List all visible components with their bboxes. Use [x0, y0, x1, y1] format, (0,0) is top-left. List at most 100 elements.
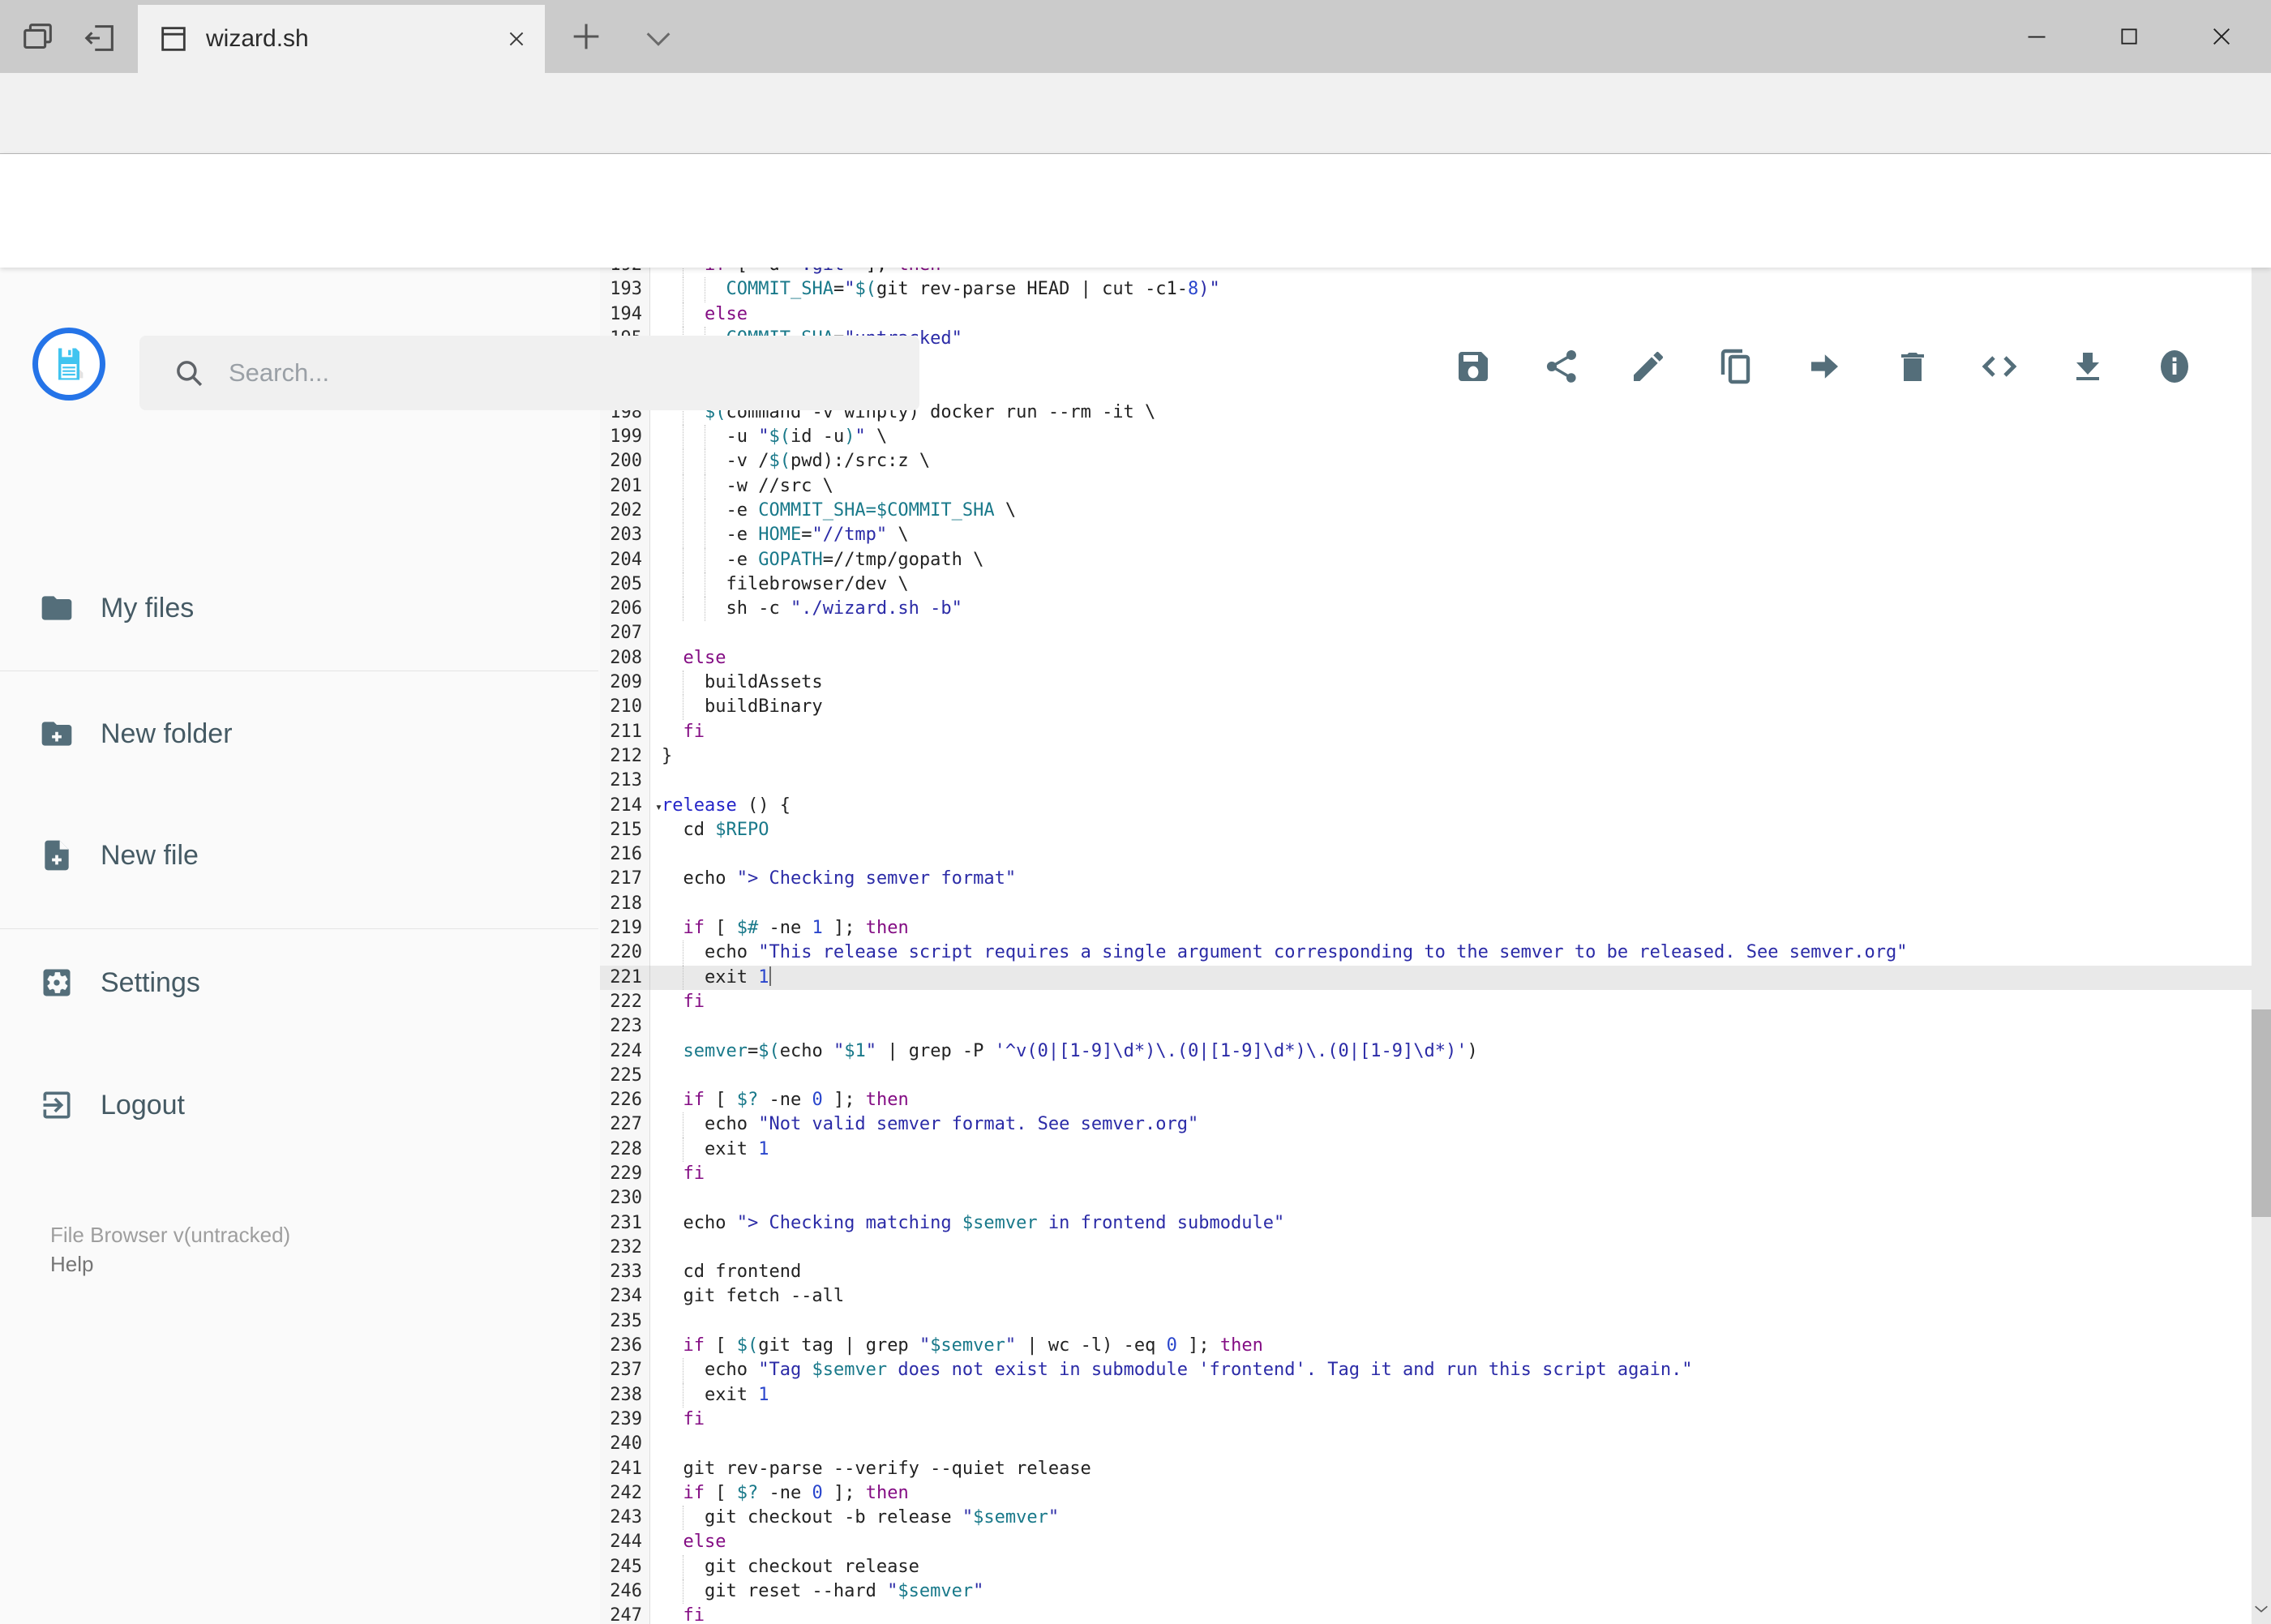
- code-line[interactable]: 245 git checkout release: [600, 1554, 2252, 1580]
- window-minimize-button[interactable]: [2000, 8, 2073, 65]
- new-tab-button[interactable]: [568, 18, 605, 55]
- fold-arrow-icon[interactable]: ▾: [655, 795, 662, 819]
- delete-button[interactable]: [1893, 347, 1932, 386]
- code-line[interactable]: 226 if [ $? -ne 0 ]; then: [600, 1088, 2252, 1113]
- code-line[interactable]: 225: [600, 1063, 2252, 1089]
- code-line[interactable]: 192 if [ -d ".git" ]; then: [600, 268, 2252, 278]
- search-box[interactable]: [139, 336, 919, 410]
- code-line[interactable]: 247 fi: [600, 1604, 2252, 1624]
- code-line[interactable]: 230: [600, 1186, 2252, 1211]
- line-number: 214 ▾: [600, 793, 662, 818]
- line-number: 207: [600, 621, 650, 646]
- code-line[interactable]: 234 git fetch --all: [600, 1284, 2252, 1309]
- line-number: 201: [600, 473, 650, 499]
- sidebar-item-settings[interactable]: Settings: [0, 944, 600, 1022]
- code-line[interactable]: 239 fi: [600, 1407, 2252, 1433]
- code-line[interactable]: 243 git checkout -b release "$semver": [600, 1506, 2252, 1531]
- scrollbar-thumb[interactable]: [2252, 1009, 2271, 1217]
- code-line[interactable]: 221 exit 1: [600, 965, 2252, 990]
- line-number: 240: [600, 1432, 650, 1457]
- code-line[interactable]: 235: [600, 1309, 2252, 1335]
- code-line[interactable]: 202 -e COMMIT_SHA=$COMMIT_SHA \: [600, 498, 2252, 524]
- code-line[interactable]: 204 -e GOPATH=//tmp/gopath \: [600, 547, 2252, 572]
- code-line[interactable]: 216: [600, 842, 2252, 868]
- window-close-button[interactable]: [2185, 8, 2258, 65]
- filebrowser-logo[interactable]: [32, 328, 105, 401]
- code-line[interactable]: 233 cd frontend: [600, 1260, 2252, 1285]
- code-line[interactable]: 206 sh -c "./wizard.sh -b": [600, 597, 2252, 622]
- code-line[interactable]: 213: [600, 769, 2252, 794]
- code-line[interactable]: 232: [600, 1235, 2252, 1261]
- sidebar-item-new-file[interactable]: New file: [0, 816, 600, 894]
- line-number: 206: [600, 597, 650, 622]
- rename-button[interactable]: [1629, 347, 1668, 386]
- search-input[interactable]: [227, 358, 919, 388]
- code-line[interactable]: 209 buildAssets: [600, 671, 2252, 696]
- code-line[interactable]: 203 -e HOME="//tmp" \: [600, 523, 2252, 548]
- code-line[interactable]: 219 if [ $# -ne 1 ]; then: [600, 916, 2252, 941]
- code-line[interactable]: 237 echo "Tag $semver does not exist in …: [600, 1358, 2252, 1383]
- copy-button[interactable]: [1717, 347, 1756, 386]
- code-line[interactable]: 229 fi: [600, 1161, 2252, 1187]
- app-header: [0, 154, 2271, 410]
- move-button[interactable]: [1805, 347, 1844, 386]
- set-tabs-aside-icon[interactable]: [81, 19, 118, 57]
- code-line[interactable]: 212}: [600, 743, 2252, 769]
- code-lines: 192 if [ -d ".git" ]; then193 COMMIT_SHA…: [600, 268, 2252, 1624]
- info-button[interactable]: [2155, 347, 2194, 386]
- line-number: 224: [600, 1039, 650, 1064]
- code-line[interactable]: 208 else: [600, 645, 2252, 671]
- page-scrollbar[interactable]: [2252, 154, 2271, 1624]
- code-line[interactable]: 236 if [ $(git tag | grep "$semver" | wc…: [600, 1334, 2252, 1359]
- app-version-link[interactable]: File Browser v(untracked): [50, 1223, 290, 1248]
- code-line[interactable]: 201 -w //src \: [600, 473, 2252, 499]
- scroll-down-button[interactable]: [2252, 1600, 2270, 1618]
- code-line[interactable]: 238 exit 1: [600, 1382, 2252, 1408]
- line-number: 246: [600, 1579, 650, 1605]
- code-line[interactable]: 194 else: [600, 302, 2252, 327]
- code-line[interactable]: 246 git reset --hard "$semver": [600, 1579, 2252, 1605]
- help-link[interactable]: Help: [50, 1252, 93, 1277]
- raw-editor-toggle-button[interactable]: [1980, 347, 2019, 386]
- code-line[interactable]: 224 semver=$(echo "$1" | grep -P '^v(0|[…: [600, 1039, 2252, 1064]
- sidebar-item-logout[interactable]: Logout: [0, 1066, 600, 1144]
- line-number: 236: [600, 1334, 650, 1359]
- line-number: 199: [600, 425, 650, 450]
- code-line[interactable]: 222 fi: [600, 989, 2252, 1015]
- code-line[interactable]: 211 fi: [600, 719, 2252, 744]
- line-number: 233: [600, 1260, 650, 1285]
- code-line[interactable]: 241 git rev-parse --verify --quiet relea…: [600, 1456, 2252, 1481]
- tab-preview-icon[interactable]: [19, 19, 57, 57]
- tab-close-icon[interactable]: [506, 28, 527, 49]
- line-number: 242: [600, 1480, 650, 1506]
- share-button[interactable]: [1542, 347, 1581, 386]
- save-button[interactable]: [1454, 347, 1493, 386]
- code-line[interactable]: 199 -u "$(id -u)" \: [600, 425, 2252, 450]
- sidebar-item-new-folder[interactable]: New folder: [0, 695, 600, 773]
- code-line[interactable]: 231 echo "> Checking matching $semver in…: [600, 1211, 2252, 1236]
- sidebar-item-my-files[interactable]: My files: [0, 569, 600, 647]
- code-line[interactable]: 242 if [ $? -ne 0 ]; then: [600, 1480, 2252, 1506]
- code-line[interactable]: 200 -v /$(pwd):/src:z \: [600, 449, 2252, 474]
- code-line[interactable]: 215 cd $REPO: [600, 817, 2252, 843]
- line-number: 205: [600, 572, 650, 598]
- code-line[interactable]: 217 echo "> Checking semver format": [600, 867, 2252, 892]
- code-line[interactable]: 223: [600, 1014, 2252, 1039]
- code-line[interactable]: 228 exit 1: [600, 1137, 2252, 1162]
- code-line[interactable]: 207: [600, 621, 2252, 646]
- code-line[interactable]: 218: [600, 891, 2252, 917]
- code-line[interactable]: 193 COMMIT_SHA="$(git rev-parse HEAD | c…: [600, 277, 2252, 302]
- code-line[interactable]: 240: [600, 1432, 2252, 1457]
- code-line[interactable]: 227 echo "Not valid semver format. See s…: [600, 1112, 2252, 1138]
- browser-tab[interactable]: wizard.sh: [138, 5, 545, 73]
- tab-list-caret-icon[interactable]: [642, 28, 675, 50]
- code-line[interactable]: 244 else: [600, 1530, 2252, 1555]
- code-line[interactable]: 210 buildBinary: [600, 695, 2252, 720]
- window-maximize-button[interactable]: [2093, 8, 2166, 65]
- code-line[interactable]: 220 echo "This release script requires a…: [600, 941, 2252, 966]
- code-line[interactable]: 205 filebrowser/dev \: [600, 572, 2252, 598]
- code-line[interactable]: 214 ▾ release () {: [600, 793, 2252, 818]
- download-button[interactable]: [2068, 347, 2107, 386]
- line-number: 200: [600, 449, 650, 474]
- code-editor[interactable]: 192 if [ -d ".git" ]; then193 COMMIT_SHA…: [600, 268, 2252, 1624]
